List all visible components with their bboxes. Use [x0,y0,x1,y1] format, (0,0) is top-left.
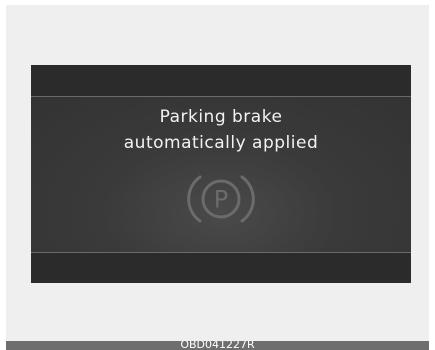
figure-code-bar: OBD041227R [6,341,429,350]
cluster-display: Parking brake automatically applied P [31,65,411,283]
display-bottom-bar [31,253,411,283]
parking-brake-icon: P [187,175,255,223]
page: Parking brake automatically applied P OB… [0,0,435,350]
parking-letter: P [214,186,228,214]
figure-code: OBD041227R [180,341,255,350]
message-area: Parking brake automatically applied P [31,97,411,252]
message-line-1: Parking brake [159,107,283,127]
display-top-bar [31,65,411,96]
message-line-2: automatically applied [123,133,319,153]
